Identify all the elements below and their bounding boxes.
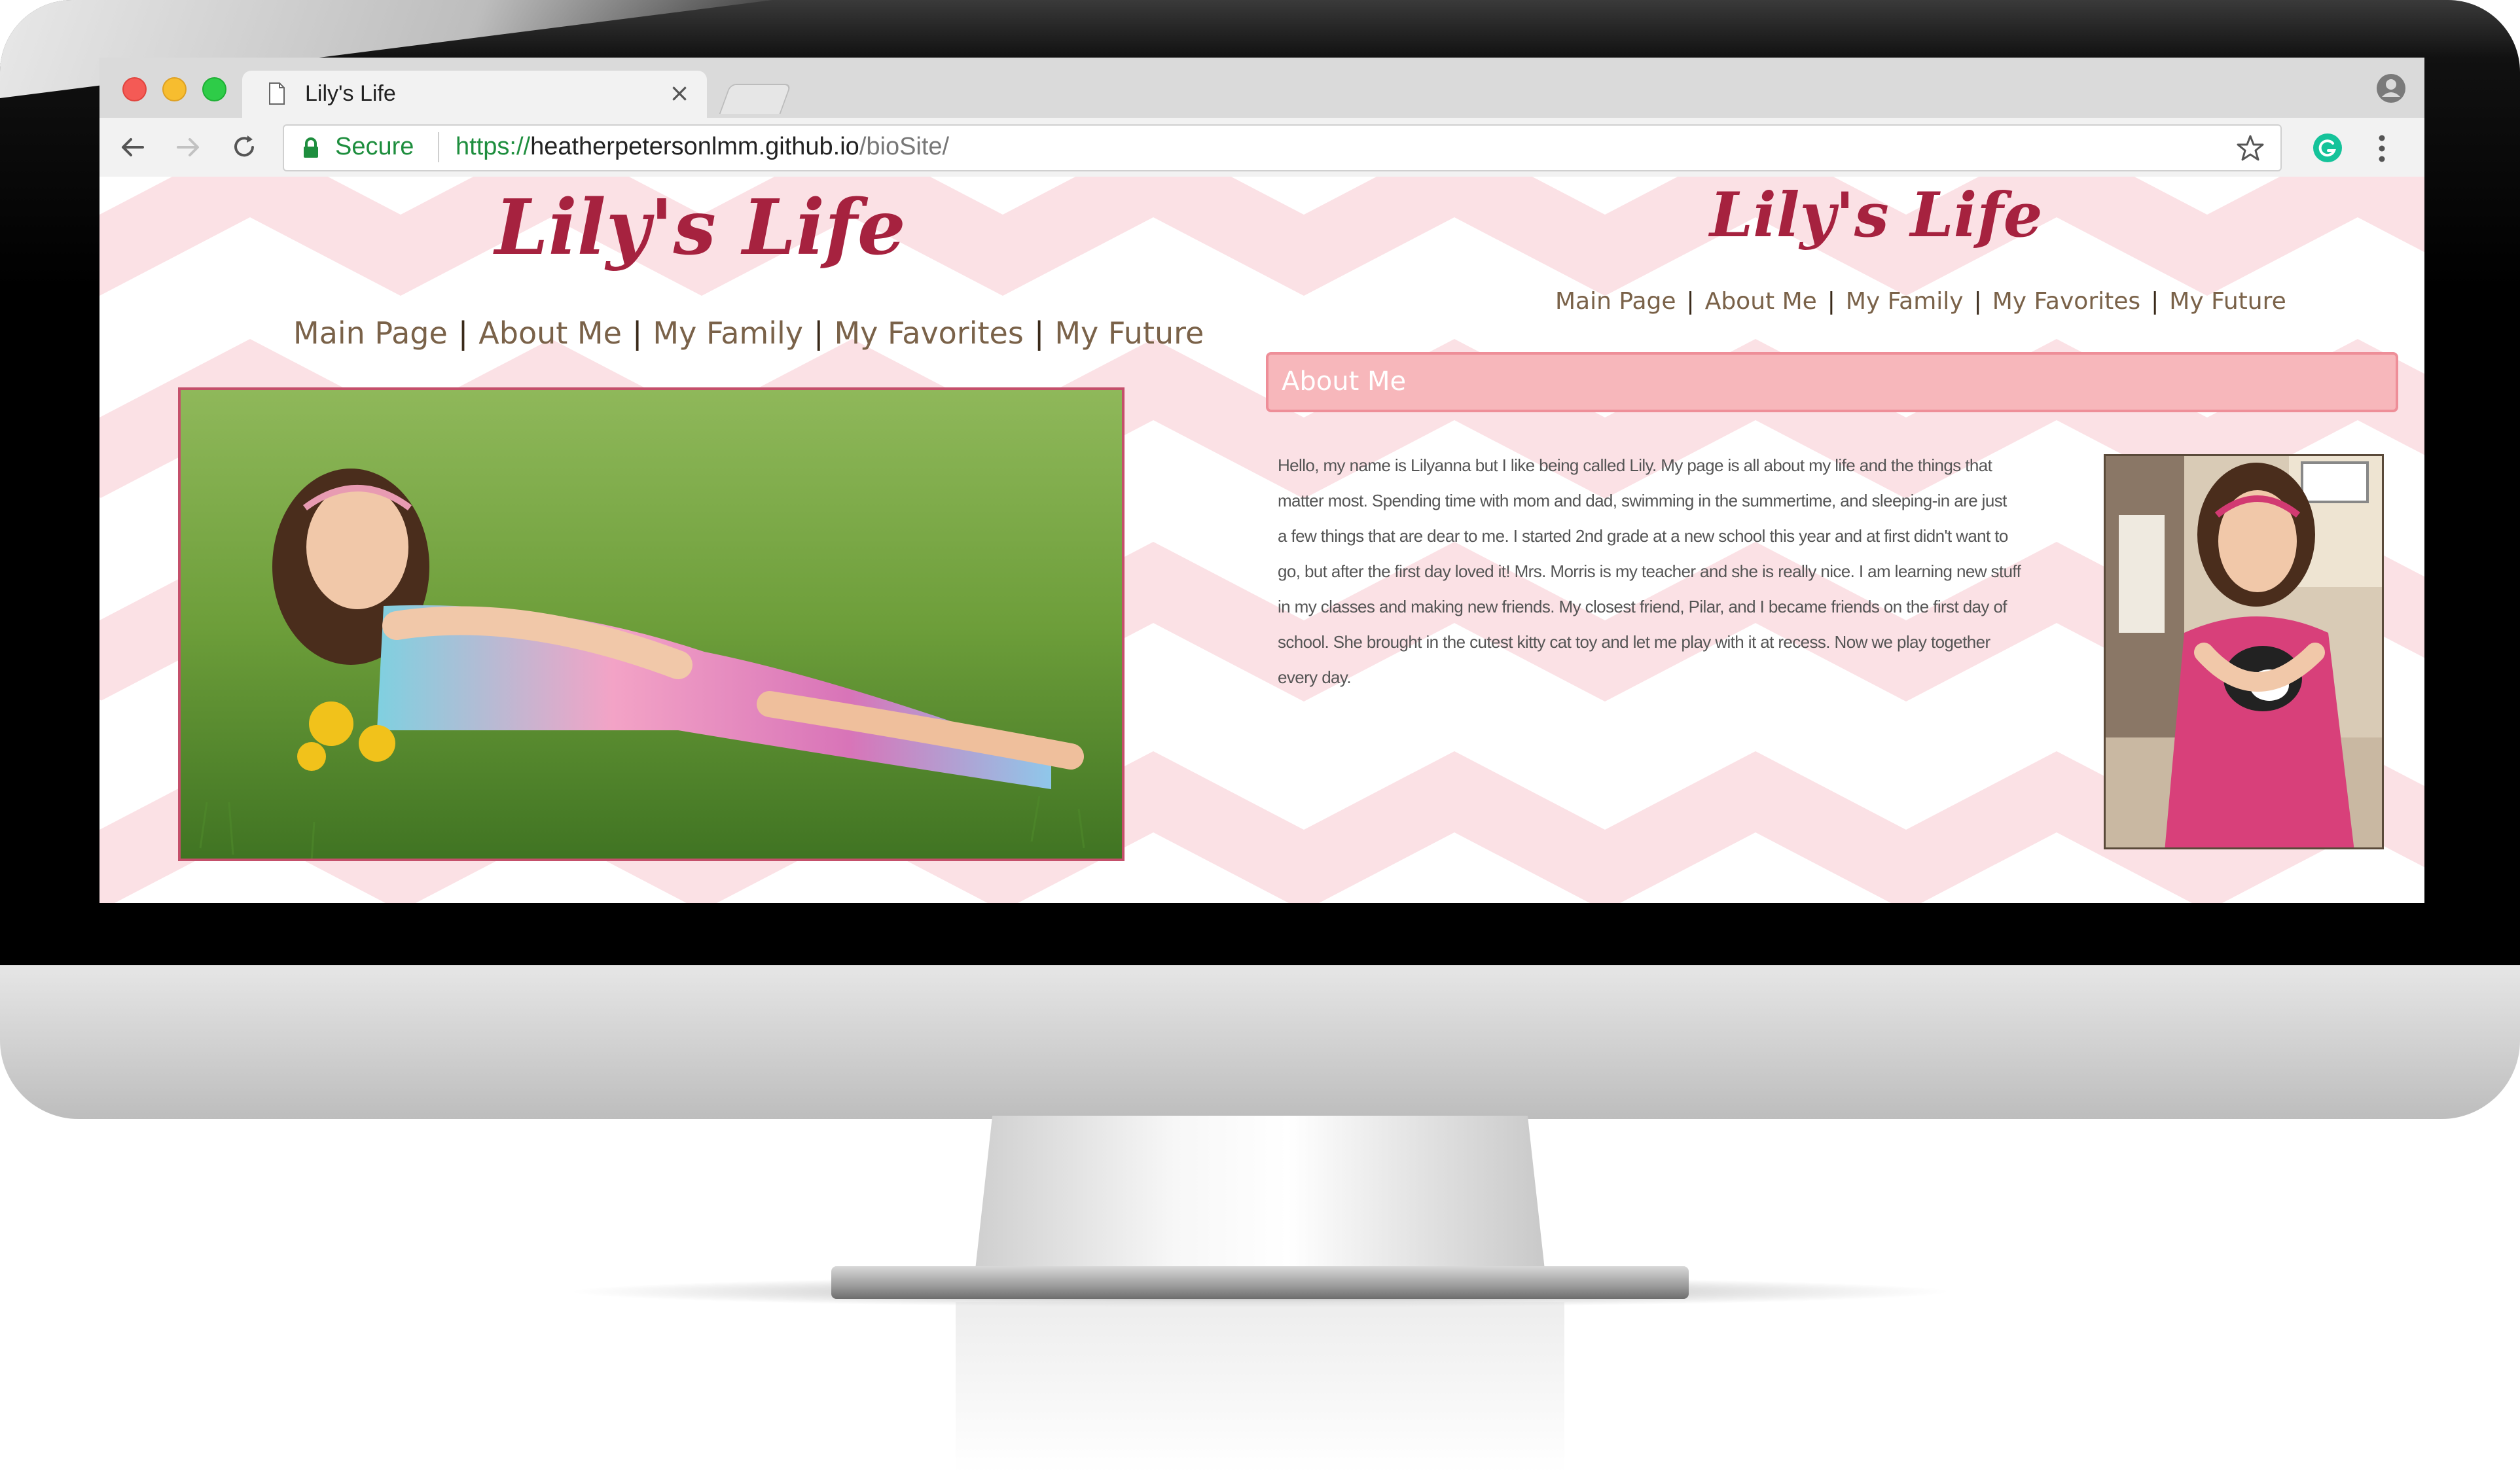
browser-window: Lily's Life × Secure https://heatherpete… xyxy=(99,58,2424,903)
monitor-stand-foot xyxy=(831,1266,1689,1299)
bio-line: in my classes and making new friends. My… xyxy=(1278,597,2007,616)
url-path: /bioSite/ xyxy=(859,133,950,160)
nav-link-about-me[interactable]: About Me xyxy=(478,315,622,351)
browser-toolbar: Secure https://heatherpetersonlmm.github… xyxy=(99,118,2424,178)
back-arrow-icon[interactable] xyxy=(117,131,149,164)
monitor-chin xyxy=(0,965,2520,1119)
omnibox-divider xyxy=(438,132,439,162)
maximize-window-button[interactable] xyxy=(202,77,226,101)
site-title-small: Lily's Life xyxy=(1710,179,2043,251)
monitor-stand-neck xyxy=(975,1116,1545,1269)
close-icon[interactable]: × xyxy=(669,79,690,107)
bio-line: go, but after the first day loved it! Mr… xyxy=(1278,561,2021,581)
nav-separator: | xyxy=(458,315,469,351)
nav-link-my-family[interactable]: My Family xyxy=(653,315,803,351)
portrait-photo-girl-with-kitten xyxy=(2104,454,2384,849)
browser-tab[interactable]: Lily's Life × xyxy=(242,71,707,118)
grammarly-icon[interactable] xyxy=(2312,132,2343,164)
bio-paragraph: Hello, my name is Lilyanna but I like be… xyxy=(1278,448,2076,695)
url-scheme: https:// xyxy=(456,133,531,160)
profile-icon[interactable] xyxy=(2376,73,2406,103)
address-bar[interactable]: Secure https://heatherpetersonlmm.github… xyxy=(283,124,2282,171)
hero-photo-illustration xyxy=(181,390,1122,859)
star-icon[interactable] xyxy=(2236,133,2265,162)
nav-separator: | xyxy=(632,315,643,351)
bio-line: a few things that are dear to me. I star… xyxy=(1278,526,2008,546)
nav-link-my-family[interactable]: My Family xyxy=(1846,288,1964,315)
main-nav-left: Main Page | About Me | My Family | My Favorite… xyxy=(293,315,1204,351)
nav-separator: | xyxy=(1827,288,1835,315)
nav-link-main-page[interactable]: Main Page xyxy=(293,315,448,351)
nav-link-my-favorites[interactable]: My Favorites xyxy=(834,315,1023,351)
hero-photo-girl-on-grass xyxy=(178,387,1125,861)
new-tab-button[interactable] xyxy=(719,84,792,114)
nav-separator: | xyxy=(1973,288,1982,315)
bio-line: Hello, my name is Lilyanna but I like be… xyxy=(1278,455,1992,475)
nav-link-my-favorites[interactable]: My Favorites xyxy=(1992,288,2140,315)
page-icon xyxy=(269,82,285,105)
bio-line: matter most. Spending time with mom and … xyxy=(1278,491,2007,510)
close-window-button[interactable] xyxy=(122,77,147,101)
bio-line: school. She brought in the cutest kitty … xyxy=(1278,632,1990,652)
minimize-window-button[interactable] xyxy=(162,77,187,101)
lock-icon xyxy=(304,137,318,158)
site-title-large: Lily's Life xyxy=(495,183,906,272)
tab-strip: Lily's Life × xyxy=(99,58,2424,118)
nav-separator: | xyxy=(2151,288,2159,315)
nav-separator: | xyxy=(813,315,824,351)
section-heading-bar: About Me xyxy=(1266,352,2398,412)
stand-reflection xyxy=(956,1302,1564,1473)
bio-line: every day. xyxy=(1278,667,1352,687)
nav-separator: | xyxy=(1034,315,1045,351)
portrait-photo-illustration xyxy=(2106,456,2382,847)
reload-icon[interactable] xyxy=(228,131,261,164)
secure-label: Secure xyxy=(335,133,414,160)
section-heading: About Me xyxy=(1282,366,1407,397)
url-text[interactable]: https://heatherpetersonlmm.github.io/bio… xyxy=(456,133,949,161)
nav-link-main-page[interactable]: Main Page xyxy=(1555,288,1676,315)
more-vert-icon[interactable] xyxy=(2377,133,2386,164)
web-page: Lily's Life Main Page | About Me | My Family… xyxy=(99,177,2424,903)
nav-separator: | xyxy=(1686,288,1695,315)
nav-link-about-me[interactable]: About Me xyxy=(1705,288,1817,315)
tab-title: Lily's Life xyxy=(305,81,396,106)
nav-link-my-future[interactable]: My Future xyxy=(2169,288,2286,315)
main-nav-right: Main Page | About Me | My Family | My Favorite… xyxy=(1555,288,2286,315)
url-host: heatherpetersonlmm.github.io xyxy=(530,133,859,160)
forward-arrow-icon[interactable] xyxy=(171,131,204,164)
nav-link-my-future[interactable]: My Future xyxy=(1054,315,1204,351)
